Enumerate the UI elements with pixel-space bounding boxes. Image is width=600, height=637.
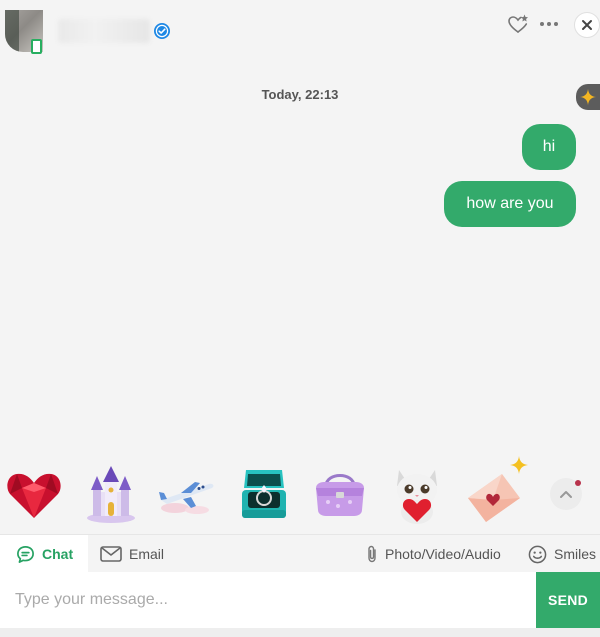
tab-email-label: Email — [129, 546, 165, 562]
sparkle-icon — [510, 456, 528, 474]
notification-dot — [575, 480, 581, 486]
send-button[interactable]: SEND — [536, 572, 600, 628]
close-button[interactable] — [574, 12, 600, 38]
castle-icon — [87, 466, 135, 523]
tab-email[interactable]: Email — [100, 535, 164, 573]
purse-gift[interactable] — [308, 462, 372, 526]
tab-smiles[interactable]: Smiles — [528, 535, 596, 573]
chat-header — [0, 0, 600, 60]
contact-name[interactable] — [58, 19, 150, 43]
close-icon — [582, 20, 592, 30]
smiley-icon — [528, 545, 547, 563]
tab-chat-label: Chat — [42, 546, 74, 562]
castle-gift[interactable] — [79, 462, 143, 526]
ring-box-gift[interactable] — [232, 462, 296, 526]
kitten-heart-gift[interactable] — [385, 462, 449, 526]
chevron-up-icon — [560, 491, 572, 498]
purse-icon — [316, 474, 364, 516]
red-heart-icon — [7, 473, 61, 518]
kitten-heart-icon — [397, 470, 437, 524]
airplane-icon — [159, 482, 214, 514]
outgoing-message: hi — [522, 124, 576, 170]
paperclip-icon — [368, 545, 376, 563]
ai-assist-button[interactable] — [576, 84, 600, 110]
tab-photo-video-audio[interactable]: Photo/Video/Audio — [366, 535, 501, 573]
date-separator: Today, 22:13 — [261, 87, 339, 102]
sparkle-icon — [580, 89, 596, 105]
chat-bubble-icon — [17, 545, 34, 563]
mobile-icon — [31, 39, 42, 54]
message-input[interactable] — [0, 572, 536, 628]
tab-photo-video-audio-label: Photo/Video/Audio — [385, 546, 501, 562]
outgoing-message: how are you — [444, 181, 576, 227]
envelope-icon — [100, 546, 122, 562]
tab-smiles-label: Smiles — [554, 546, 597, 562]
verified-badge-icon — [154, 23, 170, 39]
bottom-divider — [0, 628, 600, 637]
heart-star-icon[interactable] — [506, 12, 530, 36]
airplane-gift[interactable] — [155, 462, 219, 526]
more-icon[interactable] — [537, 12, 561, 36]
red-heart-gift[interactable] — [2, 462, 66, 526]
tab-chat[interactable]: Chat — [0, 535, 88, 573]
composer-tabs: Chat Email Photo/Video/Audio Smiles — [0, 534, 600, 573]
composer: SEND — [0, 572, 600, 628]
ring-box-icon — [242, 470, 286, 518]
